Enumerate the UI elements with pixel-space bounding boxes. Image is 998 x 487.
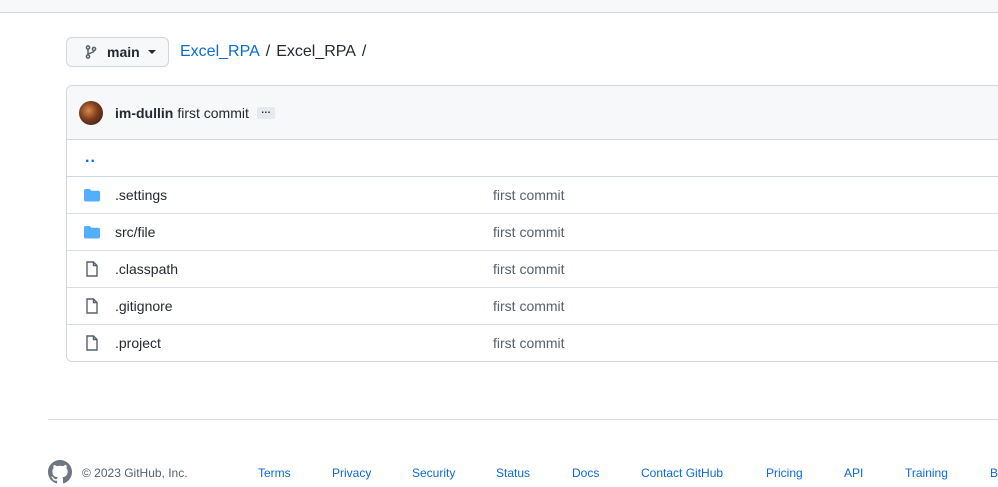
avatar[interactable]	[79, 100, 103, 125]
parent-directory-link[interactable]: ..	[67, 140, 998, 177]
commit-author-link[interactable]: im-dullin	[115, 105, 173, 121]
commit-expand-button[interactable]: …	[256, 105, 275, 119]
git-branch-icon	[83, 44, 99, 60]
breadcrumb-separator: /	[361, 43, 367, 60]
breadcrumb-current-dir: Excel_RPA	[276, 43, 356, 60]
folder-icon	[83, 224, 101, 240]
file-row[interactable]: src/file first commit	[67, 214, 998, 251]
file-name-link[interactable]: .classpath	[115, 261, 178, 277]
footer-link-pricing[interactable]: Pricing	[766, 466, 803, 480]
file-name-link[interactable]: src/file	[115, 224, 155, 240]
branch-name: main	[107, 44, 140, 60]
commit-message[interactable]: first commit	[177, 105, 249, 121]
file-commit-message[interactable]: first commit	[493, 224, 565, 240]
file-icon	[83, 261, 101, 277]
footer-link-api[interactable]: API	[844, 466, 863, 480]
footer-link-status[interactable]: Status	[496, 466, 530, 480]
github-logo-icon[interactable]	[48, 460, 72, 484]
folder-icon	[83, 187, 101, 203]
breadcrumb-separator: /	[265, 43, 271, 60]
breadcrumb: Excel_RPA / Excel_RPA /	[180, 43, 372, 61]
footer-link-terms[interactable]: Terms	[258, 466, 291, 480]
footer-link-security[interactable]: Security	[412, 466, 455, 480]
file-row[interactable]: .gitignore first commit	[67, 288, 998, 325]
footer-divider	[48, 419, 998, 420]
file-name-link[interactable]: .settings	[115, 187, 167, 203]
branch-selector-button[interactable]: main	[66, 37, 169, 67]
file-name-link[interactable]: .gitignore	[115, 298, 173, 314]
footer: © 2023 GitHub, Inc. Terms Privacy Securi…	[48, 458, 998, 484]
file-row[interactable]: .settings first commit	[67, 177, 998, 214]
triangle-down-icon	[147, 49, 156, 55]
footer-link-blog[interactable]: Blog	[990, 466, 998, 480]
file-row[interactable]: .project first commit	[67, 325, 998, 361]
footer-link-docs[interactable]: Docs	[572, 466, 599, 480]
file-icon	[83, 335, 101, 351]
file-commit-message[interactable]: first commit	[493, 187, 565, 203]
footer-copyright: © 2023 GitHub, Inc.	[82, 466, 188, 480]
file-browser: im-dullin first commit … .. .settings fi…	[66, 85, 998, 362]
file-commit-message[interactable]: first commit	[493, 261, 565, 277]
file-commit-message[interactable]: first commit	[493, 335, 565, 351]
footer-link-contact[interactable]: Contact GitHub	[641, 466, 723, 480]
footer-link-privacy[interactable]: Privacy	[332, 466, 371, 480]
file-commit-message[interactable]: first commit	[493, 298, 565, 314]
footer-link-training[interactable]: Training	[905, 466, 948, 480]
latest-commit-bar: im-dullin first commit …	[67, 86, 998, 140]
file-row[interactable]: .classpath first commit	[67, 251, 998, 288]
file-icon	[83, 298, 101, 314]
breadcrumb-repo-link[interactable]: Excel_RPA	[180, 43, 260, 61]
top-header-strip	[0, 0, 998, 13]
file-name-link[interactable]: .project	[115, 335, 161, 351]
